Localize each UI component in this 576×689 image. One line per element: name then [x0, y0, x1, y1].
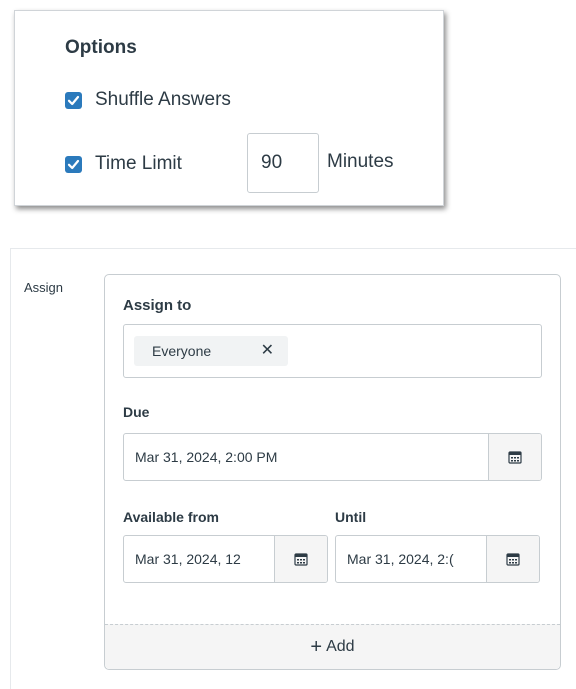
until-label: Until [335, 509, 367, 525]
checkmark-icon [67, 159, 80, 169]
calendar-icon [294, 553, 308, 566]
minutes-label: Minutes [327, 151, 394, 172]
assignee-tag-label: Everyone [152, 343, 212, 359]
available-from-calendar-button[interactable] [274, 536, 327, 582]
available-from-input[interactable]: Mar 31, 2024, 12 [135, 536, 273, 582]
assignee-tag-everyone[interactable]: Everyone ✕ [134, 336, 288, 366]
due-label: Due [123, 404, 150, 420]
shuffle-answers-checkbox[interactable] [65, 91, 82, 109]
close-icon[interactable]: ✕ [261, 343, 274, 359]
due-calendar-button[interactable] [488, 434, 541, 480]
assign-section-label: Assign [24, 280, 64, 295]
options-title: Options [65, 37, 137, 58]
time-limit-label[interactable]: Time Limit [95, 153, 182, 175]
assign-to-input[interactable]: Everyone ✕ [123, 324, 542, 378]
time-limit-checkbox[interactable] [65, 155, 82, 173]
time-limit-option[interactable]: Time Limit [65, 153, 182, 175]
plus-icon: + [310, 635, 323, 658]
add-assignment-button[interactable]: + Add [105, 624, 560, 669]
available-from-field[interactable]: Mar 31, 2024, 12 [123, 535, 328, 583]
until-input[interactable]: Mar 31, 2024, 2:( [347, 536, 485, 582]
options-panel: Options Shuffle Answers Time Limit 90 Mi… [14, 10, 444, 206]
until-field[interactable]: Mar 31, 2024, 2:( [335, 535, 540, 583]
time-limit-input[interactable]: 90 [247, 133, 319, 193]
available-from-label: Available from [123, 509, 219, 525]
calendar-icon [506, 553, 520, 566]
assign-to-label: Assign to [123, 297, 192, 314]
add-label: Add [326, 638, 355, 655]
shuffle-answers-label[interactable]: Shuffle Answers [95, 89, 231, 111]
shuffle-answers-option[interactable]: Shuffle Answers [65, 89, 231, 111]
until-calendar-button[interactable] [486, 536, 539, 582]
due-date-field[interactable]: Mar 31, 2024, 2:00 PM [123, 433, 542, 481]
calendar-icon [508, 451, 522, 464]
due-date-input[interactable]: Mar 31, 2024, 2:00 PM [135, 434, 277, 480]
checkmark-icon [67, 95, 80, 105]
page: Options Shuffle Answers Time Limit 90 Mi… [0, 0, 576, 689]
